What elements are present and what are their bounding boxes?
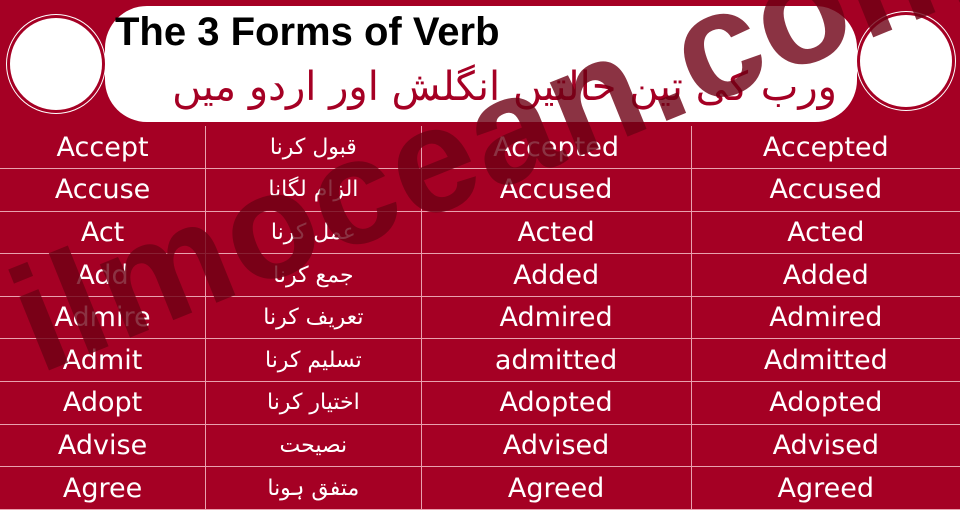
left-circle-decoration xyxy=(10,18,102,110)
urdu-meaning-cell: عمل کرنا xyxy=(205,211,422,255)
verb-forms-table: Accept قبول کرنا Accepted Accepted Accuse الز… xyxy=(0,126,960,510)
right-circle-decoration xyxy=(860,15,952,107)
table-row: Adopt اختیار کرنا Adopted Adopted xyxy=(0,381,960,425)
past-form-cell: Agreed xyxy=(421,466,692,510)
base-form-cell: Accept xyxy=(0,126,207,170)
table-row: Accept قبول کرنا Accepted Accepted xyxy=(0,126,960,170)
base-form-cell: Act xyxy=(0,211,207,255)
table-row: Admit تسلیم کرنا admitted Admitted xyxy=(0,338,960,383)
past-form-cell: Acted xyxy=(421,211,692,255)
base-form-cell: Accuse xyxy=(0,168,207,212)
table-row: Add جمع کرنا Added Added xyxy=(0,253,960,297)
past-participle-cell: Admitted xyxy=(691,338,960,383)
past-participle-cell: Accepted xyxy=(691,126,960,170)
past-form-cell: admitted xyxy=(421,338,692,383)
base-form-cell: Adopt xyxy=(0,381,207,425)
urdu-meaning-cell: الزام لگانا xyxy=(205,168,422,212)
past-participle-cell: Accused xyxy=(691,168,960,212)
table-row: Agree متفق ہونا Agreed Agreed xyxy=(0,466,960,510)
table-row: Act عمل کرنا Acted Acted xyxy=(0,211,960,255)
table-row: Advise نصیحت Advised Advised xyxy=(0,424,960,468)
base-form-cell: Advise xyxy=(0,424,207,468)
past-form-cell: Accepted xyxy=(421,126,692,170)
table-row: Admire تعریف کرنا Admired Admired xyxy=(0,296,960,340)
urdu-meaning-cell: قبول کرنا xyxy=(205,126,422,170)
past-form-cell: Added xyxy=(421,253,692,297)
urdu-meaning-cell: نصیحت xyxy=(205,424,422,468)
urdu-meaning-cell: جمع کرنا xyxy=(205,253,422,297)
urdu-meaning-cell: تعریف کرنا xyxy=(205,296,422,340)
base-form-cell: Add xyxy=(0,253,207,297)
header-banner: The 3 Forms of Verb ورب کی تین حالتیں ان… xyxy=(105,6,857,122)
urdu-meaning-cell: اختیار کرنا xyxy=(205,381,422,425)
past-form-cell: Adopted xyxy=(421,381,692,425)
past-participle-cell: Admired xyxy=(691,296,960,340)
page-title: The 3 Forms of Verb xyxy=(115,10,500,54)
table-row: Accuse الزام لگانا Accused Accused xyxy=(0,168,960,212)
urdu-meaning-cell: متفق ہونا xyxy=(205,466,422,510)
past-participle-cell: Adopted xyxy=(691,381,960,425)
past-participle-cell: Added xyxy=(691,253,960,297)
base-form-cell: Admire xyxy=(0,296,207,340)
past-form-cell: Accused xyxy=(421,168,692,212)
past-participle-cell: Agreed xyxy=(691,466,960,510)
past-participle-cell: Acted xyxy=(691,211,960,255)
past-form-cell: Advised xyxy=(421,424,692,468)
past-form-cell: Admired xyxy=(421,296,692,340)
urdu-meaning-cell: تسلیم کرنا xyxy=(205,338,422,383)
base-form-cell: Admit xyxy=(0,338,207,383)
urdu-subtitle: ورب کی تین حالتیں انگلش اور اردو میں xyxy=(172,64,837,110)
past-participle-cell: Advised xyxy=(691,424,960,468)
base-form-cell: Agree xyxy=(0,466,207,510)
